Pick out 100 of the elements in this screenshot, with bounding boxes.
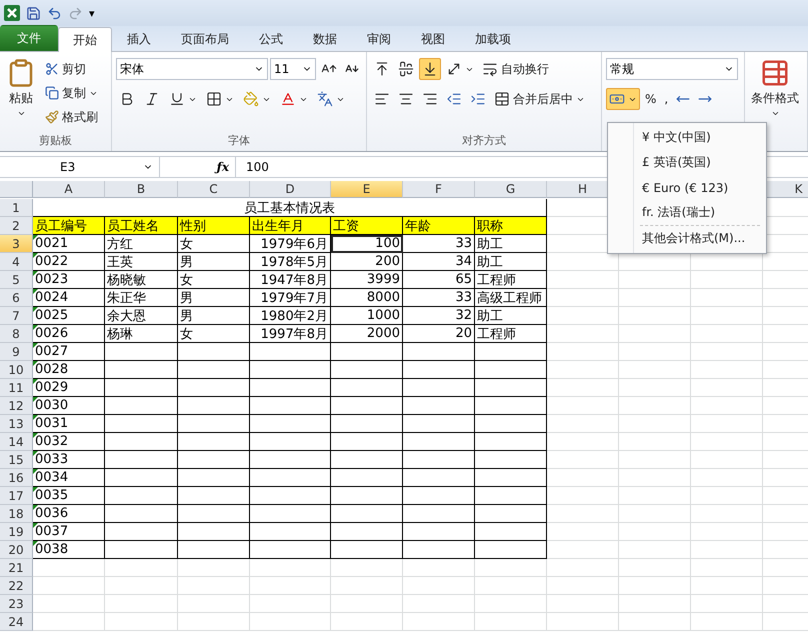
ribbon-tab[interactable]: 开始: [58, 27, 112, 52]
row-header[interactable]: 13: [0, 415, 33, 433]
file-tab[interactable]: 文件: [0, 25, 58, 51]
table-cell: [475, 523, 547, 541]
cut-icon: [45, 62, 59, 76]
grid-cell: [691, 505, 763, 523]
font-color-icon: [280, 91, 296, 107]
borders-icon: [206, 91, 222, 107]
grid-cell: [691, 487, 763, 505]
save-icon[interactable]: [26, 6, 41, 20]
column-header[interactable]: A: [33, 181, 105, 198]
row-header[interactable]: 11: [0, 379, 33, 397]
ribbon-tab[interactable]: 视图: [406, 26, 460, 51]
cut-button[interactable]: 剪切: [42, 58, 101, 80]
name-box[interactable]: E3: [0, 157, 160, 177]
customize-toolbar-button[interactable]: ▾: [89, 6, 95, 20]
grid-cell: [619, 559, 691, 577]
table-cell: [331, 433, 403, 451]
merge-center-button[interactable]: 合并后居中: [491, 88, 588, 110]
table-cell: 助工: [475, 253, 547, 271]
format-painter-button[interactable]: 格式刷: [42, 106, 101, 128]
row-header[interactable]: 9: [0, 343, 33, 361]
row-header[interactable]: 12: [0, 397, 33, 415]
table-cell: [331, 469, 403, 487]
wrap-text-button[interactable]: 自动换行: [479, 58, 552, 80]
ribbon-tab[interactable]: 审阅: [352, 26, 406, 51]
number-format-field[interactable]: 常规: [606, 58, 738, 80]
table-cell: 8000: [331, 289, 403, 307]
font-name-field[interactable]: 宋体: [116, 58, 268, 80]
table-cell: [403, 415, 475, 433]
column-header[interactable]: E: [331, 181, 403, 198]
grid-cell: [619, 469, 691, 487]
table-cell: [331, 415, 403, 433]
table-cell: 0026: [33, 325, 105, 343]
column-header[interactable]: C: [178, 181, 250, 198]
table-cell: 男: [178, 289, 250, 307]
ribbon-tab[interactable]: 页面布局: [166, 26, 244, 51]
row-header[interactable]: 22: [0, 577, 33, 595]
row-header[interactable]: 14: [0, 433, 33, 451]
ribbon-tab[interactable]: 公式: [244, 26, 298, 51]
table-cell: [403, 397, 475, 415]
menu-item[interactable]: 其他会计格式(M)...: [608, 226, 766, 251]
accounting-format-button[interactable]: [606, 88, 640, 110]
column-title: 职称: [475, 217, 547, 235]
row-header[interactable]: 8: [0, 325, 33, 343]
font-size-field[interactable]: 11: [270, 58, 316, 80]
table-cell: [475, 361, 547, 379]
row-header[interactable]: 3: [0, 235, 33, 253]
grid-cell: [547, 523, 619, 541]
row-header[interactable]: 2: [0, 217, 33, 235]
row-header[interactable]: 5: [0, 271, 33, 289]
row-header[interactable]: 17: [0, 487, 33, 505]
table-cell: 34: [403, 253, 475, 271]
table-cell: 1978年5月: [250, 253, 331, 271]
row-header[interactable]: 10: [0, 361, 33, 379]
table-cell: 1947年8月: [250, 271, 331, 289]
menu-item[interactable]: £ 英语(英国): [608, 150, 766, 175]
percent-button[interactable]: %: [642, 88, 660, 110]
row-header[interactable]: 6: [0, 289, 33, 307]
vertical-align-button[interactable]: [419, 58, 441, 80]
table-cell: 1979年6月: [250, 235, 331, 253]
row-header[interactable]: 16: [0, 469, 33, 487]
column-header[interactable]: G: [475, 181, 547, 198]
table-cell: [475, 397, 547, 415]
row-header[interactable]: 23: [0, 595, 33, 613]
row-header[interactable]: 18: [0, 505, 33, 523]
row-header[interactable]: 15: [0, 451, 33, 469]
comma-button[interactable]: ,: [661, 88, 672, 110]
spreadsheet-app-icon[interactable]: [4, 5, 20, 21]
column-header[interactable]: F: [403, 181, 475, 198]
insert-function-button[interactable]: ƒx: [216, 160, 229, 174]
grid-cell: [619, 397, 691, 415]
grid-cell: [547, 433, 619, 451]
row-header[interactable]: 1: [0, 199, 33, 217]
ribbon-tab[interactable]: 数据: [298, 26, 352, 51]
ribbon-tab[interactable]: 加载项: [460, 26, 526, 51]
formula-field[interactable]: 100: [236, 160, 269, 174]
table-cell: [331, 379, 403, 397]
grid-cell: [691, 343, 763, 361]
row-header[interactable]: 20: [0, 541, 33, 559]
paste-button[interactable]: 粘贴: [4, 58, 38, 133]
column-header[interactable]: D: [250, 181, 331, 198]
table-cell: [178, 379, 250, 397]
table-cell: [178, 433, 250, 451]
row-header[interactable]: 21: [0, 559, 33, 577]
grid-cell: [547, 541, 619, 559]
copy-button[interactable]: 复制: [42, 82, 101, 104]
grid-cell: [331, 559, 403, 577]
table-cell: [178, 397, 250, 415]
table-cell: 1979年7月: [250, 289, 331, 307]
row-header[interactable]: 24: [0, 613, 33, 631]
row-header[interactable]: 7: [0, 307, 33, 325]
table-cell: [178, 361, 250, 379]
menu-item[interactable]: fr. 法语(瑞士): [608, 200, 766, 225]
row-header[interactable]: 4: [0, 253, 33, 271]
row-header[interactable]: 19: [0, 523, 33, 541]
ribbon-tab[interactable]: 插入: [112, 26, 166, 51]
undo-icon[interactable]: [47, 6, 62, 20]
grid-cell: [547, 361, 619, 379]
column-header[interactable]: B: [105, 181, 178, 198]
